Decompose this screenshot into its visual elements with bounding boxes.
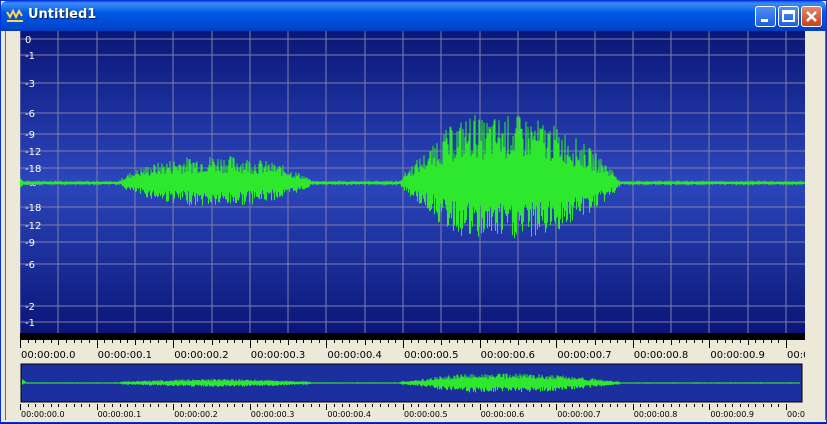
window-title: Untitled1 bbox=[28, 7, 97, 22]
time-label: 00:00:00.2 bbox=[174, 350, 228, 361]
overview-time-label: 00:00:00.6 bbox=[481, 410, 525, 419]
waveform-view[interactable]: 0 -1 -3 -6 -9 -12 -18 -∞ -18 -12 -9 -6 -2 -1 bbox=[20, 31, 805, 333]
title-bar[interactable]: Untitled1 bbox=[1, 1, 826, 31]
amplitude-label: -12 bbox=[25, 147, 41, 158]
time-label: 00:00:00.6 bbox=[481, 350, 535, 361]
overview-canvas[interactable] bbox=[20, 362, 805, 404]
overview-ruler-canvas: 00:00:00.0 00:00:00.1 00:00:00.2 00:00:00.3… bbox=[20, 404, 805, 419]
overview-time-label: 00:00:00.5 bbox=[404, 410, 448, 419]
amplitude-label: -6 bbox=[25, 109, 35, 120]
time-label: 00:00:00.9 bbox=[710, 350, 764, 361]
overview-time-label: 00:00:00.2 bbox=[174, 410, 218, 419]
right-edge bbox=[805, 31, 824, 420]
amplitude-label: -9 bbox=[25, 238, 35, 249]
time-label: 00:00:00.0 bbox=[21, 350, 75, 361]
time-label: 00:00 bbox=[787, 350, 805, 361]
overview-time-label: 00:00:00.3 bbox=[251, 410, 295, 419]
time-label: 00:00:00.3 bbox=[251, 350, 305, 361]
ruler-top-bar bbox=[20, 333, 805, 340]
overview-time-label: 00:00:00.8 bbox=[634, 410, 678, 419]
waveform-canvas[interactable]: 0 -1 -3 -6 -9 -12 -18 -∞ -18 -12 -9 -6 -2 -1 bbox=[20, 31, 805, 333]
minimize-icon bbox=[761, 19, 768, 22]
overview-ruler: 00:00:00.0 00:00:00.1 00:00:00.2 00:00:00.3… bbox=[20, 404, 805, 420]
maximize-button[interactable] bbox=[778, 6, 799, 27]
overview-time-label: 00:0 bbox=[787, 410, 805, 419]
time-label: 00:00:00.7 bbox=[557, 350, 611, 361]
amplitude-label: 0 bbox=[25, 35, 31, 46]
amplitude-label: -12 bbox=[25, 221, 41, 232]
amplitude-label: -1 bbox=[25, 51, 35, 62]
overview-time-label: 00:00:00.7 bbox=[557, 410, 601, 419]
time-label: 00:00:00.5 bbox=[404, 350, 458, 361]
amplitude-label: -9 bbox=[25, 130, 35, 141]
time-ruler-canvas[interactable]: 00:00:00.0 00:00:00.1 00:00:00.2 00:00:00.3… bbox=[20, 333, 816, 361]
app-waveform-icon bbox=[6, 8, 23, 22]
close-button[interactable] bbox=[801, 6, 822, 27]
amplitude-label: -18 bbox=[25, 164, 41, 175]
overview-panel[interactable] bbox=[20, 362, 805, 404]
maximize-icon bbox=[782, 10, 795, 22]
amplitude-label: -18 bbox=[25, 203, 41, 214]
overview-time-label: 00:00:00.1 bbox=[98, 410, 142, 419]
overview-time-label: 00:00:00.4 bbox=[327, 410, 371, 419]
amplitude-label: -2 bbox=[25, 302, 35, 313]
amplitude-label: -∞ bbox=[25, 179, 37, 190]
time-label: 00:00:00.8 bbox=[634, 350, 688, 361]
time-label: 00:00:00.1 bbox=[98, 350, 152, 361]
overview-time-label: 00:00:00.9 bbox=[710, 410, 754, 419]
close-icon bbox=[806, 11, 817, 22]
time-ruler[interactable]: 00:00:00.0 00:00:00.1 00:00:00.2 00:00:00.3… bbox=[20, 333, 816, 361]
amplitude-label: -3 bbox=[25, 79, 35, 90]
time-label: 00:00:00.4 bbox=[327, 350, 381, 361]
ruler-ticks bbox=[20, 340, 787, 348]
minimize-button[interactable] bbox=[755, 6, 776, 27]
audio-editor-window: Untitled1 0 -1 -3 -6 -9 -12 -18 -∞ -18 -12 -9 -6 -2 -… bbox=[0, 0, 827, 423]
ruler-labels: 00:00:00.0 00:00:00.1 00:00:00.2 00:00:00.3… bbox=[21, 350, 816, 361]
overview-time-label: 00:00:00.0 bbox=[21, 410, 65, 419]
amplitude-label: -6 bbox=[25, 260, 35, 271]
amplitude-label: -1 bbox=[25, 318, 35, 329]
